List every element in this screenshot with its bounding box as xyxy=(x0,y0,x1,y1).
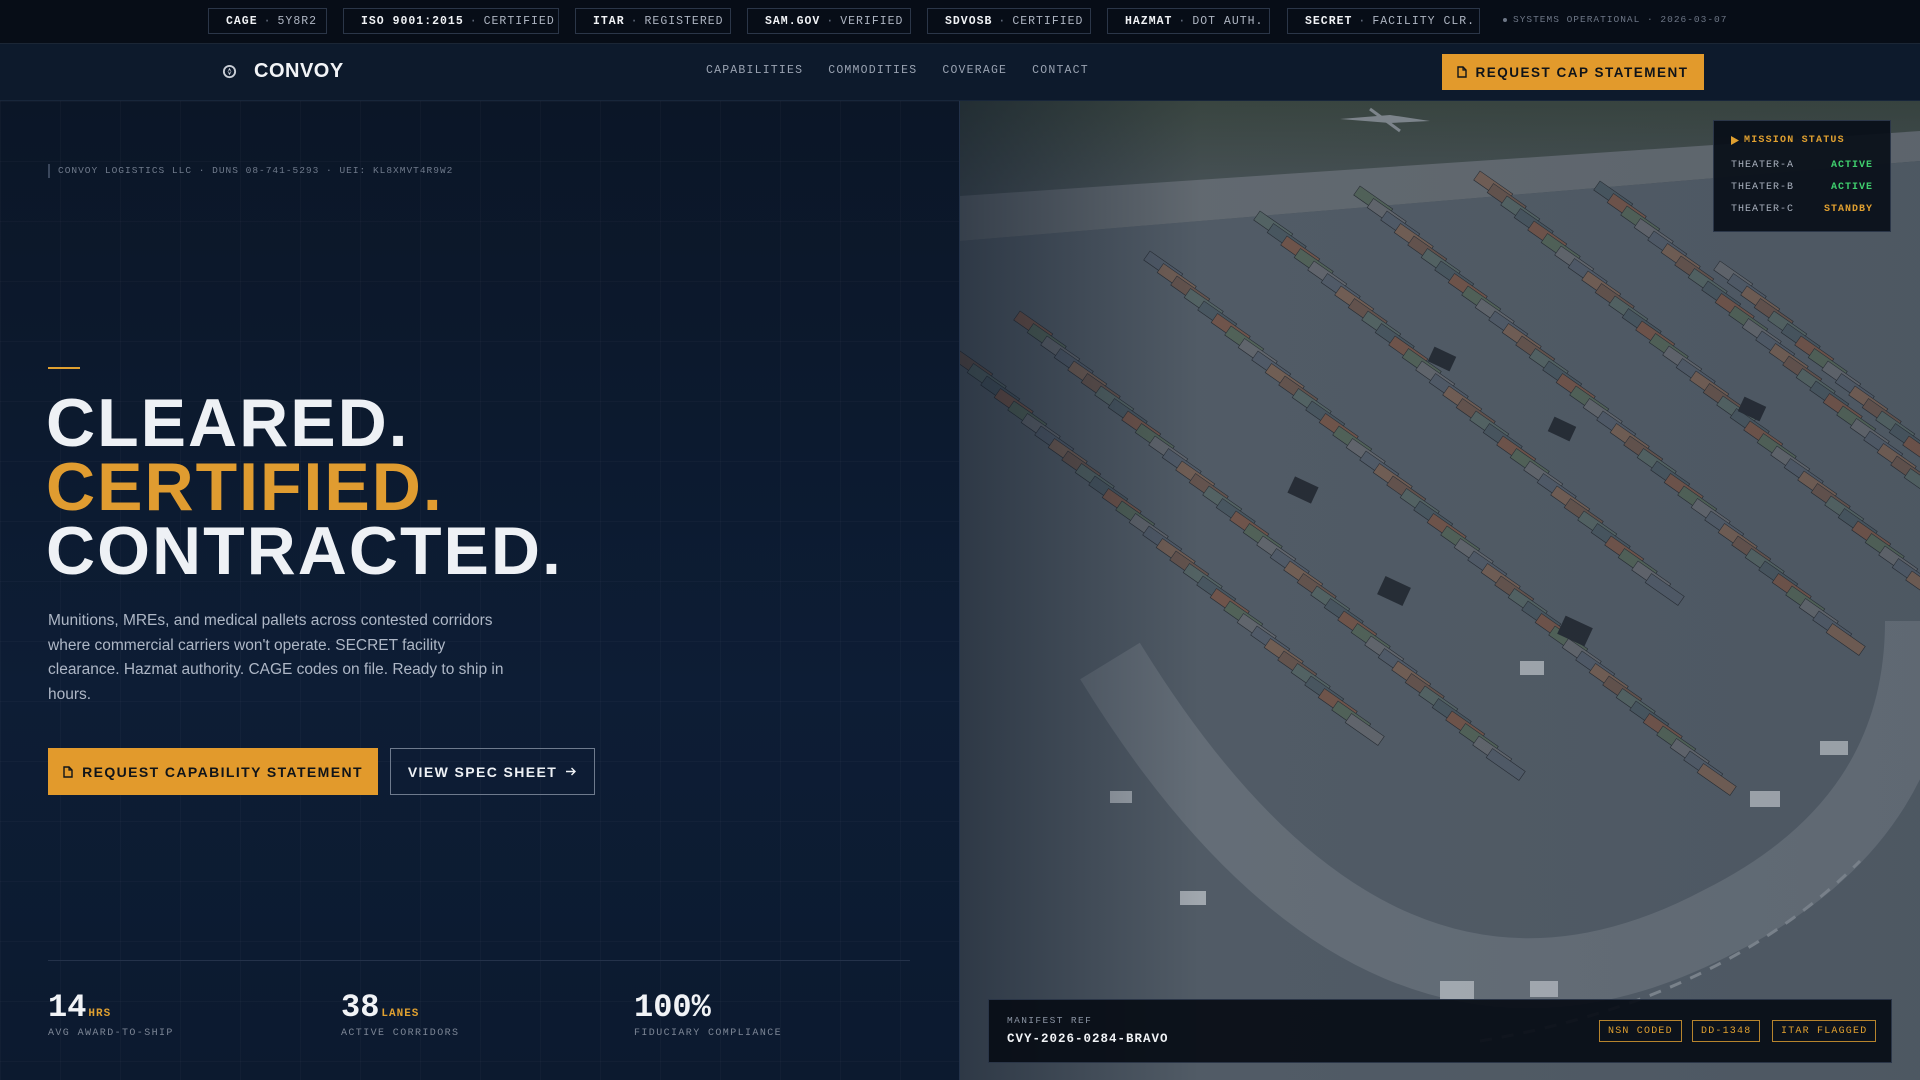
compliance-bar: CAGE · 5Y8R2 ISO 9001:2015 · CERTIFIED I… xyxy=(0,0,1920,44)
theater-name: THEATER-B xyxy=(1731,182,1795,193)
stat-fiduciary-compliance: 100% FIDUCIARY COMPLIANCE xyxy=(634,989,782,1039)
tag-itar-flagged: ITAR FLAGGED xyxy=(1772,1020,1877,1042)
stat-value: 100% xyxy=(634,989,711,1026)
chip-samgov: SAM.GOV · VERIFIED xyxy=(747,8,911,34)
stat-label: AVG AWARD-TO-SHIP xyxy=(48,1028,174,1039)
accent-rule xyxy=(48,367,80,369)
chip-separator: · xyxy=(630,14,639,28)
request-cap-statement-button[interactable]: REQUEST CAP STATEMENT xyxy=(1442,54,1704,90)
chip-value: FACILITY CLR. xyxy=(1372,14,1476,28)
stat-unit: LANES xyxy=(381,1008,420,1020)
tag-nsn-coded: NSN CODED xyxy=(1599,1020,1682,1042)
hero-section: CONVOY LOGISTICS LLC · DUNS 08-741-5293 … xyxy=(0,101,959,1080)
chip-separator: · xyxy=(469,14,478,28)
theater-name: THEATER-C xyxy=(1731,204,1795,215)
document-icon xyxy=(63,765,73,778)
stat-award-to-ship: 14 HRS AVG AWARD-TO-SHIP xyxy=(48,989,174,1039)
chip-value: REGISTERED xyxy=(644,14,724,28)
chip-separator: · xyxy=(263,14,272,28)
manifest-card: MANIFEST REF CVY-2026-0284-BRAVO NSN COD… xyxy=(988,999,1892,1063)
emblem-icon xyxy=(222,64,237,79)
stats-divider xyxy=(48,960,910,961)
brand-logo[interactable]: CONVOY xyxy=(254,60,344,83)
manifest-label: MANIFEST REF xyxy=(1007,1015,1093,1026)
chip-value: DOT AUTH. xyxy=(1192,14,1264,28)
nav-capabilities[interactable]: CAPABILITIES xyxy=(706,64,803,77)
chip-separator: · xyxy=(1358,14,1367,28)
mission-status-header: MISSION STATUS xyxy=(1731,135,1845,146)
chip-key: SECRET xyxy=(1305,14,1353,28)
chip-separator: · xyxy=(998,14,1007,28)
chip-secret: SECRET · FACILITY CLR. xyxy=(1287,8,1480,34)
stat-unit: HRS xyxy=(88,1008,112,1020)
mission-status-panel: MISSION STATUS THEATER-A ACTIVE THEATER-… xyxy=(1713,120,1891,232)
chip-sdvosb: SDVOSB · CERTIFIED xyxy=(927,8,1091,34)
chip-itar: ITAR · REGISTERED xyxy=(575,8,731,34)
headline-line-1: CLEARED. xyxy=(46,385,410,461)
system-status: SYSTEMS OPERATIONAL · 2026-03-07 xyxy=(1503,14,1727,25)
chip-separator: · xyxy=(1178,14,1187,28)
chip-key: HAZMAT xyxy=(1125,14,1173,28)
theater-status: ACTIVE xyxy=(1830,182,1873,193)
chip-value: CERTIFIED xyxy=(483,14,555,28)
play-icon xyxy=(1731,136,1739,145)
view-spec-sheet-button[interactable]: VIEW SPEC SHEET xyxy=(390,748,595,795)
nav-coverage[interactable]: COVERAGE xyxy=(942,64,1007,77)
stat-label: FIDUCIARY COMPLIANCE xyxy=(634,1028,783,1039)
arrow-right-icon xyxy=(566,767,577,776)
hero-description: Munitions, MREs, and medical pallets acr… xyxy=(48,612,504,703)
headline-line-2: CERTIFIED. xyxy=(46,449,444,525)
chip-separator: · xyxy=(826,14,835,28)
theater-row: THEATER-C STANDBY xyxy=(1731,204,1873,218)
theater-name: THEATER-A xyxy=(1731,160,1795,171)
chip-key: SDVOSB xyxy=(945,14,993,28)
chip-key: SAM.GOV xyxy=(765,14,821,28)
request-cap-statement-label: REQUEST CAP STATEMENT xyxy=(1475,64,1689,80)
theater-row: THEATER-B ACTIVE xyxy=(1731,182,1873,196)
chip-value: VERIFIED xyxy=(840,14,904,28)
request-capability-statement-button[interactable]: REQUEST CAPABILITY STATEMENT xyxy=(48,748,378,795)
theater-status: ACTIVE xyxy=(1830,160,1873,171)
stat-value: 38 xyxy=(341,989,380,1026)
headline-line-3: CONTRACTED. xyxy=(46,513,563,589)
logistics-yard-image xyxy=(960,101,1920,1080)
document-icon xyxy=(1457,66,1468,78)
mission-status-title: MISSION STATUS xyxy=(1744,135,1845,146)
chip-hazmat: HAZMAT · DOT AUTH. xyxy=(1107,8,1270,34)
status-dot-icon xyxy=(1503,17,1507,22)
view-spec-sheet-label: VIEW SPEC SHEET xyxy=(407,763,558,780)
stat-value: 14 xyxy=(48,989,87,1026)
chip-value: CERTIFIED xyxy=(1012,14,1084,28)
hero-headline: CLEARED. CERTIFIED. CONTRACTED. xyxy=(46,385,563,589)
chip-key: ISO 9001:2015 xyxy=(361,14,464,28)
chip-value: 5Y8R2 xyxy=(277,14,318,28)
chip-iso: ISO 9001:2015 · CERTIFIED xyxy=(343,8,559,34)
request-capability-statement-label: REQUEST CAPABILITY STATEMENT xyxy=(82,763,363,780)
chip-key: ITAR xyxy=(593,14,625,28)
site-header: CONVOY CAPABILITIES COMMODITIES COVERAGE… xyxy=(0,44,1920,101)
container-yard-illustration xyxy=(960,101,1920,1080)
theater-status: STANDBY xyxy=(1823,204,1873,215)
system-status-text: SYSTEMS OPERATIONAL · 2026-03-07 xyxy=(1513,14,1728,25)
stat-label: ACTIVE CORRIDORS xyxy=(341,1028,460,1039)
theater-row: THEATER-A ACTIVE xyxy=(1731,160,1873,174)
nav-contact[interactable]: CONTACT xyxy=(1032,64,1089,77)
manifest-ref: CVY-2026-0284-BRAVO xyxy=(1007,1032,1169,1046)
tag-dd-1348: DD-1348 xyxy=(1692,1020,1761,1042)
chip-key: CAGE xyxy=(226,14,258,28)
company-identifiers: CONVOY LOGISTICS LLC · DUNS 08-741-5293 … xyxy=(48,164,453,178)
chip-cage: CAGE · 5Y8R2 xyxy=(208,8,327,34)
nav-commodities[interactable]: COMMODITIES xyxy=(828,64,917,77)
stat-active-corridors: 38 LANES ACTIVE CORRIDORS xyxy=(341,989,459,1039)
main-nav: CAPABILITIES COMMODITIES COVERAGE CONTAC… xyxy=(706,64,1089,77)
